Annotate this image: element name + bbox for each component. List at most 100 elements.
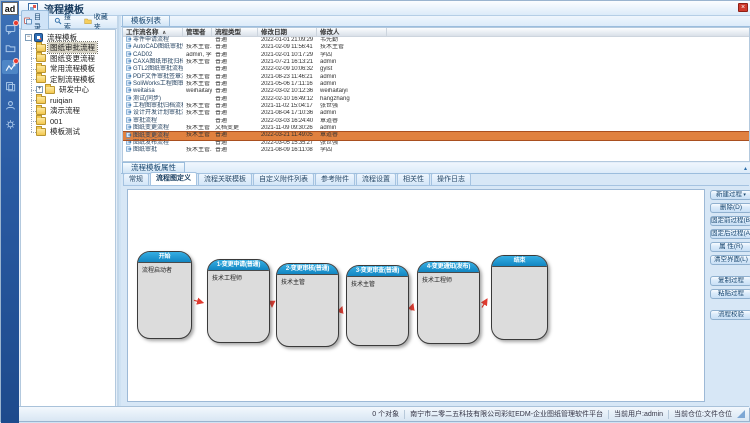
manager-cell: 技术主管 [183, 59, 212, 66]
column-header[interactable]: 管理者 [183, 28, 212, 36]
tree-item-label: 图纸审批流程 [48, 42, 97, 53]
flow-node[interactable]: 4-变更通知(发布)技术工程师 [417, 261, 480, 344]
tree-toolbar: 目录搜索收藏夹 [19, 16, 117, 29]
workflow-table: 工作流名称 ∧管理者流程类型修改日期修改人 零件申请流程普通2022-01-01… [122, 27, 750, 162]
column-header[interactable]: 流程类型 [212, 28, 258, 36]
table-row[interactable]: 图纸变更流程技术主管文档变更2021-11-09 09:30:26admin [123, 125, 749, 132]
type-cell: 普通 [212, 37, 258, 44]
tab-linked-templates[interactable]: 流程关联模板 [198, 173, 252, 185]
flow-node-role [492, 267, 547, 271]
flow-node-title: 3-变更审查(普通) [347, 266, 408, 277]
table-row[interactable]: 图纸变更流程技术主管普通2022-03-21 11:49:05覃道睿 [123, 132, 749, 139]
workflow-icon[interactable] [2, 60, 18, 74]
table-row[interactable]: 审批流程普通2022-03-03 16:24:40覃道睿 [123, 118, 749, 125]
pin-prev-process-button[interactable]: 固定前过程(B) [710, 216, 750, 226]
copy-icon[interactable] [2, 79, 18, 93]
manager-cell: 技术主管... [183, 147, 212, 154]
paste-process-button[interactable]: 粘贴过程 [710, 289, 750, 299]
tree-item[interactable]: 模板测试 [28, 127, 115, 138]
tab-operation-log[interactable]: 操作日志 [431, 173, 471, 185]
table-row[interactable]: 图纸发布流程普通2022-03-05 15:35:27张世强 [123, 140, 749, 147]
close-button[interactable]: × [738, 3, 748, 12]
table-row[interactable]: 工程图审批归档流程技术主管普通2021-11-02 15:04:17张世强 [123, 103, 749, 110]
copy-process-button[interactable]: 复制过程 [710, 276, 750, 286]
workflow-row-icon [126, 146, 132, 155]
modifier-cell: 张世强 [317, 140, 387, 147]
modifier-cell: 李四 [317, 52, 387, 59]
modifier-cell: 李四 [317, 147, 387, 154]
tab-reference-attachments[interactable]: 参考附件 [315, 173, 355, 185]
flow-node-role: 流程启动者 [138, 263, 191, 276]
folder-icon [36, 75, 46, 83]
table-row[interactable]: weitaisaweihaitaiyi普通2022-03-02 10:12:36… [123, 88, 749, 95]
column-header[interactable]: 修改日期 [258, 28, 317, 36]
flow-node-role: 技术主管 [277, 275, 338, 288]
table-row[interactable]: CAXA图纸审批归档流程技术主管普通2021-07-21 16:13:21adm… [123, 59, 749, 66]
table-row[interactable]: PDF文件审批签章流程技术主管普通2021-08-23 11:46:21admi… [123, 74, 749, 81]
tab-general[interactable]: 常规 [123, 173, 149, 185]
table-row[interactable]: 设计开发计划审批流程技术主管普通2021-08-04 17:10:36admin [123, 110, 749, 117]
tree-item-label: 图纸变更流程 [48, 53, 97, 64]
table-row[interactable]: SoliWorks工程图审批流程技术主管普通2021-05-06 17:11:1… [123, 81, 749, 88]
button-group-gap [710, 268, 750, 276]
clear-canvas-button[interactable]: 清空界面(L) [710, 255, 750, 265]
modifier-cell: admin [317, 125, 387, 132]
flow-node[interactable]: 开始流程启动者 [137, 251, 192, 339]
validate-process-button[interactable]: 流程校验 [710, 310, 750, 320]
folder-tree: − 流程模板 图纸审批流程图纸变更流程常用流程模板定制流程模板+研发中心ruiq… [20, 29, 116, 407]
tree-item-list: 图纸审批流程图纸变更流程常用流程模板定制流程模板+研发中心ruiqian演示流程… [28, 43, 115, 138]
manager-cell: 技术主管 [183, 103, 212, 110]
table-row[interactable]: 测试(同步)普通2022-02-10 16:49:12hangzhang [123, 96, 749, 103]
flow-node[interactable]: 3-变更审查(普通)技术主管 [346, 265, 409, 346]
tab-flow-definition[interactable]: 流程图定义 [150, 172, 197, 185]
flow-node-title: 2-变更审核(普通) [277, 264, 338, 275]
expand-icon[interactable]: + [36, 86, 43, 93]
table-row[interactable]: CAD02admin, 李四普通2021-02-01 10:17:29李四 [123, 52, 749, 59]
type-cell: 普通 [212, 59, 258, 66]
flow-node[interactable]: 1-变更申请(普通)技术工程师 [207, 259, 270, 343]
status-current-position: 当前仓位:文件仓位 [674, 409, 732, 419]
date-cell: 2021-11-02 15:04:17 [258, 103, 317, 110]
folder-icon [36, 107, 46, 115]
folder-icon[interactable] [2, 41, 18, 55]
date-cell: 2022-03-05 15:35:27 [258, 140, 317, 147]
flow-node-title: 1-变更申请(普通) [208, 260, 269, 271]
status-divider [608, 410, 609, 419]
manager-cell: 技术主管 [183, 125, 212, 132]
flow-diagram-canvas[interactable]: 开始流程启动者1-变更申请(普通)技术工程师2-变更审核(普通)技术主管3-变更… [127, 189, 705, 402]
tab-flow-settings[interactable]: 流程设置 [356, 173, 396, 185]
pin-next-process-button[interactable]: 固定后过程(A) [710, 229, 750, 239]
delete-button[interactable]: 删除(D) [710, 203, 750, 213]
flow-node-role: 技术主管 [347, 277, 408, 290]
tab-custom-attachments[interactable]: 自定义附件列表 [253, 173, 314, 185]
tree-item[interactable]: 定制流程模板 [28, 74, 115, 85]
tab-relevance[interactable]: 相关性 [397, 173, 430, 185]
folder-icon [36, 96, 46, 104]
properties-button[interactable]: 属 性(R) [710, 242, 750, 252]
column-header[interactable]: 修改人 [317, 28, 387, 36]
modifier-cell: admin [317, 74, 387, 81]
workflow-name-cell: 图纸审批 [123, 146, 183, 155]
app-window: ad 流程模板 × 目录搜索收藏夹 − 流程模板 图纸审批流程图纸变更流程常用流… [0, 0, 750, 422]
table-row[interactable]: AutoCAD图纸审批归档流程技术主管...普通2021-02-09 11:56… [123, 44, 749, 51]
flow-node[interactable]: 2-变更审核(普通)技术主管 [276, 263, 339, 347]
users-icon[interactable] [2, 98, 18, 112]
template-list-tab[interactable]: 模板列表 [122, 15, 170, 26]
search-icon [54, 17, 62, 27]
new-process-button[interactable]: 新建过程 ▾ [710, 190, 750, 200]
column-header[interactable]: 工作流名称 ∧ [123, 28, 183, 36]
collapse-panel-icon[interactable]: ▴ [744, 165, 747, 172]
modifier-cell: 覃道睿 [317, 132, 387, 139]
resize-grip[interactable] [737, 410, 745, 418]
table-row[interactable]: 零件申请流程普通2022-01-01 21:09:29韦先勤 [123, 37, 749, 44]
flow-node[interactable]: 结束 [491, 255, 548, 340]
modifier-cell: 张世强 [317, 103, 387, 110]
table-row[interactable]: 图纸审批技术主管...普通2021-08-09 16:11:08李四 [123, 147, 749, 154]
tree-item-label: 演示流程 [48, 105, 82, 116]
settings-icon[interactable] [2, 117, 18, 131]
app-logo: ad [2, 2, 18, 15]
chat-icon[interactable] [2, 22, 18, 36]
table-body: 零件申请流程普通2022-01-01 21:09:29韦先勤AutoCAD图纸审… [123, 37, 749, 155]
tree-item-label: 001 [48, 117, 65, 126]
table-row[interactable]: GTL2图纸审批流程普通2022-02-09 10:06:32gylst [123, 66, 749, 73]
